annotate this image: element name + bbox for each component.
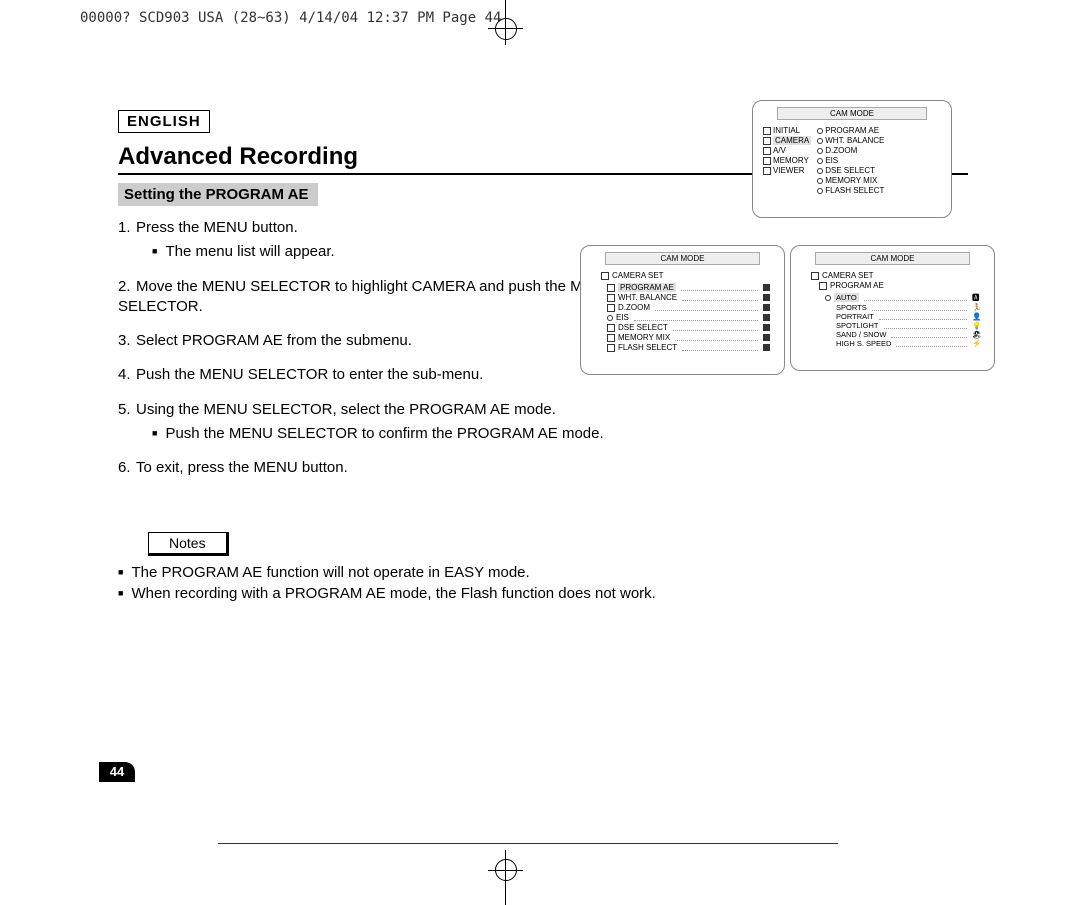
s2-item-0: PROGRAM AE [618, 283, 676, 292]
s1-right-6: FLASH SELECT [825, 186, 884, 195]
camera-screen-1: CAM MODE INITIAL CAMERA A/V MEMORY VIEWE… [752, 100, 952, 218]
s1-right-1: WHT. BALANCE [825, 136, 884, 145]
note-2: When recording with a PROGRAM AE mode, t… [118, 585, 968, 602]
s3-item-0: AUTO [834, 293, 859, 302]
value-icon [763, 324, 770, 331]
s3-item-4: SAND / SNOW [836, 330, 886, 339]
cropmark-horizontal-bottom [488, 870, 523, 871]
sports-icon: 🏃 [972, 303, 980, 312]
step-5-sub: Push the MENU SELECTOR to confirm the PR… [152, 424, 618, 444]
s1-left-3: MEMORY [773, 156, 809, 165]
print-header: 00000? SCD903 USA (28~63) 4/14/04 12:37 … [80, 10, 501, 26]
s2-item-1: WHT. BALANCE [618, 293, 677, 302]
s2-header: CAMERA SET [612, 271, 664, 280]
section-subtitle: Setting the PROGRAM AE [118, 183, 318, 206]
auto-icon: 🅰 [972, 292, 980, 303]
value-icon [763, 294, 770, 301]
s2-item-3: EIS [616, 313, 629, 322]
s1-right-3: EIS [825, 156, 838, 165]
s3-group: PROGRAM AE [830, 281, 884, 290]
portrait-icon: 👤 [972, 312, 980, 321]
s1-right-4: DSE SELECT [825, 166, 875, 175]
step-6: 6.To exit, press the MENU button. [118, 458, 968, 478]
cropmark-horizontal-top [488, 28, 523, 29]
s3-item-1: SPORTS [836, 303, 867, 312]
s2-item-6: FLASH SELECT [618, 343, 677, 352]
step-3-text: Select PROGRAM AE from the submenu. [136, 332, 412, 349]
step-1-text: Press the MENU button. [136, 219, 298, 236]
spotlight-icon: 💡 [972, 321, 980, 330]
step-5-text: Using the MENU SELECTOR, select the PROG… [136, 401, 556, 418]
footer-rule [218, 843, 838, 844]
value-icon [763, 334, 770, 341]
value-icon [763, 304, 770, 311]
s1-right-2: D.ZOOM [825, 146, 857, 155]
s2-item-5: MEMORY MIX [618, 333, 670, 342]
screen3-title: CAM MODE [815, 252, 970, 265]
value-icon [763, 314, 770, 321]
s1-right-0: PROGRAM AE [825, 126, 879, 135]
step-2-text: Move the MENU SELECTOR to highlight CAME… [118, 278, 614, 315]
value-icon [763, 284, 770, 291]
s1-left-1: CAMERA [773, 136, 811, 145]
step-6-text: To exit, press the MENU button. [136, 459, 348, 476]
s1-left-4: VIEWER [773, 166, 805, 175]
s1-left-0: INITIAL [773, 126, 800, 135]
language-box: ENGLISH [118, 110, 210, 133]
camera-screen-2: CAM MODE CAMERA SET PROGRAM AE WHT. BALA… [580, 245, 785, 375]
s3-item-3: SPOTLIGHT [836, 321, 879, 330]
notes-label: Notes [148, 532, 229, 556]
page-number: 44 [99, 762, 135, 782]
s1-left-2: A/V [773, 146, 786, 155]
cropmark-circle-top [495, 18, 517, 40]
step-5: 5.Using the MENU SELECTOR, select the PR… [118, 400, 618, 445]
s3-header: CAMERA SET [822, 271, 874, 280]
s1-right-5: MEMORY MIX [825, 176, 877, 185]
highspeed-icon: ⚡ [972, 339, 980, 348]
screen2-title: CAM MODE [605, 252, 760, 265]
s3-item-5: HIGH S. SPEED [836, 339, 891, 348]
sand-snow-icon: 🏖 [972, 330, 980, 339]
s2-item-2: D.ZOOM [618, 303, 650, 312]
value-icon [763, 344, 770, 351]
camera-screen-3: CAM MODE CAMERA SET PROGRAM AE AUTO 🅰 SPO… [790, 245, 995, 371]
notes-list: The PROGRAM AE function will not operate… [118, 564, 968, 602]
step-4-text: Push the MENU SELECTOR to enter the sub-… [136, 366, 483, 383]
s3-item-2: PORTRAIT [836, 312, 874, 321]
s2-item-4: DSE SELECT [618, 323, 668, 332]
screen1-title: CAM MODE [777, 107, 927, 120]
note-1: The PROGRAM AE function will not operate… [118, 564, 968, 581]
